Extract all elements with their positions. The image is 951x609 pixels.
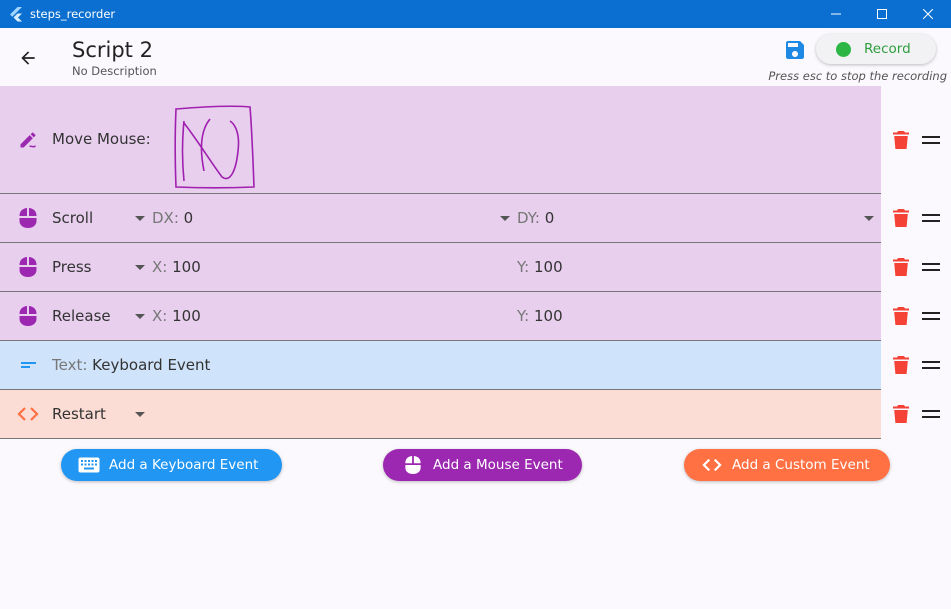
- maximize-button[interactable]: [859, 0, 905, 28]
- mouse-icon: [16, 304, 40, 328]
- drag-handle-icon[interactable]: [922, 312, 940, 320]
- restart-label: Restart: [52, 405, 106, 423]
- row-actions-column: [881, 86, 951, 439]
- x-field[interactable]: X: 100: [152, 258, 201, 276]
- add-mouse-event-button[interactable]: Add a Mouse Event: [383, 449, 582, 481]
- drag-handle-icon[interactable]: [922, 136, 940, 144]
- code-brackets-icon: [16, 402, 40, 426]
- window-title: steps_recorder: [30, 7, 116, 21]
- drag-handle-icon[interactable]: [922, 263, 940, 271]
- press-label: Press: [52, 258, 92, 276]
- minimize-button[interactable]: [813, 0, 859, 28]
- arrow-left-icon: [21, 51, 35, 65]
- dy-field[interactable]: DY: 0: [517, 209, 554, 227]
- event-row-move-mouse: Move Mouse:: [0, 86, 881, 194]
- dx-field[interactable]: DX: 0: [152, 209, 193, 227]
- short-text-icon: [16, 353, 40, 377]
- x-field[interactable]: X: 100: [152, 307, 201, 325]
- keyboard-icon: [77, 453, 101, 477]
- trash-icon[interactable]: [893, 356, 909, 374]
- record-dot-icon: [836, 41, 851, 57]
- minimize-icon: [831, 13, 841, 15]
- y-field[interactable]: Y: 100: [517, 258, 563, 276]
- dy-dropdown[interactable]: [864, 216, 874, 221]
- record-label: Record: [864, 41, 911, 57]
- event-row-keyboard-text: Text: Keyboard Event: [0, 341, 881, 390]
- script-description: No Description: [72, 64, 157, 78]
- y-field[interactable]: Y: 100: [517, 307, 563, 325]
- event-type-dropdown[interactable]: [135, 216, 145, 221]
- event-row-release: Release X: 100 Y: 100: [0, 292, 881, 341]
- mouse-icon: [401, 453, 425, 477]
- trash-icon[interactable]: [893, 131, 909, 149]
- flutter-logo-icon: [10, 7, 22, 22]
- add-keyboard-event-button[interactable]: Add a Keyboard Event: [61, 449, 282, 481]
- draw-pen-icon: [16, 128, 40, 152]
- trash-icon[interactable]: [893, 405, 909, 423]
- keyboard-text-field[interactable]: Text: Keyboard Event: [52, 356, 210, 374]
- event-type-dropdown[interactable]: [135, 314, 145, 319]
- custom-event-dropdown[interactable]: [135, 412, 145, 417]
- add-mouse-event-label: Add a Mouse Event: [433, 457, 563, 473]
- mouse-path-drawing[interactable]: [170, 101, 260, 191]
- event-row-scroll: Scroll DX: 0 DY: 0: [0, 194, 881, 243]
- trash-icon[interactable]: [893, 307, 909, 325]
- code-brackets-icon: [700, 453, 724, 477]
- esc-hint: Press esc to stop the recording: [768, 69, 947, 83]
- mouse-icon: [16, 206, 40, 230]
- scroll-label: Scroll: [52, 209, 94, 227]
- trash-icon[interactable]: [893, 258, 909, 276]
- record-button[interactable]: Record: [816, 34, 936, 64]
- event-row-press: Press X: 100 Y: 100: [0, 243, 881, 292]
- maximize-icon: [877, 9, 887, 19]
- drag-handle-icon[interactable]: [922, 410, 940, 418]
- release-label: Release: [52, 307, 111, 325]
- trash-icon[interactable]: [893, 209, 909, 227]
- add-custom-event-label: Add a Custom Event: [732, 457, 870, 473]
- add-custom-event-button[interactable]: Add a Custom Event: [684, 449, 890, 481]
- mouse-icon: [16, 255, 40, 279]
- back-button[interactable]: [14, 44, 42, 72]
- event-type-dropdown[interactable]: [135, 265, 145, 270]
- close-icon: [923, 9, 933, 19]
- drag-handle-icon[interactable]: [922, 214, 940, 222]
- save-icon[interactable]: [783, 38, 807, 62]
- drag-handle-icon[interactable]: [922, 361, 940, 369]
- window-titlebar: steps_recorder: [0, 0, 951, 28]
- close-button[interactable]: [905, 0, 951, 28]
- move-mouse-label: Move Mouse:: [52, 130, 151, 148]
- event-row-custom-restart: Restart: [0, 390, 881, 439]
- script-title: Script 2: [72, 38, 153, 62]
- dx-dropdown[interactable]: [500, 216, 510, 221]
- add-keyboard-event-label: Add a Keyboard Event: [109, 457, 259, 473]
